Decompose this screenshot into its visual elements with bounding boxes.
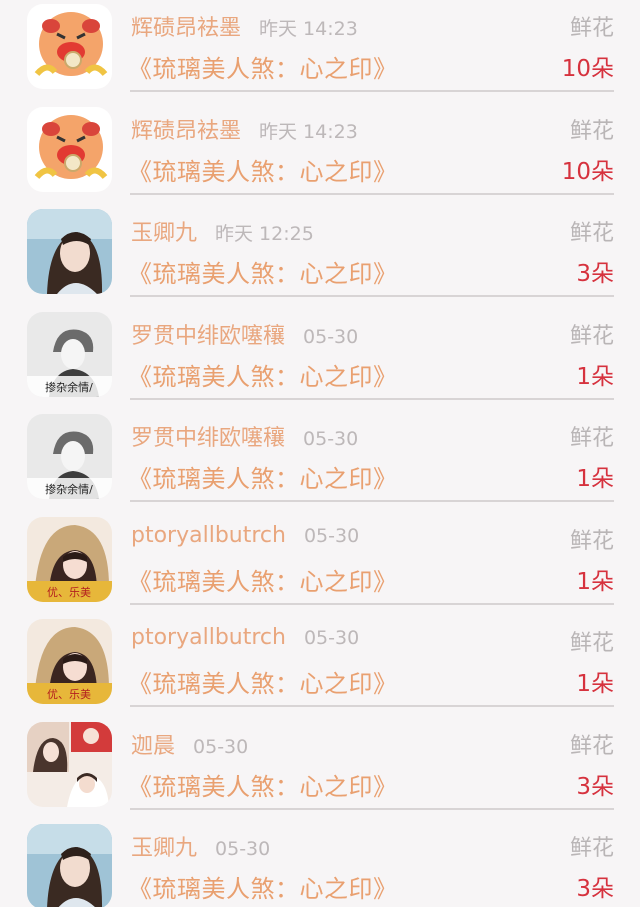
send-time: 昨天 12:25 [215, 223, 314, 245]
divider [130, 705, 614, 707]
gift-type-label: 鲜花 [569, 836, 614, 861]
book-title[interactable]: 《琉璃美人煞：心之印》 [128, 357, 398, 392]
send-time: 05-30 [303, 525, 360, 547]
gift-count: 3朵 [576, 876, 614, 902]
sender-name[interactable]: 辉碛昂袪墨 昨天 14:23 [131, 113, 358, 145]
svg-text:优、乐美: 优、乐美 [47, 586, 91, 599]
grayscale-boy-avatar[interactable]: 掺杂余情/ [27, 414, 112, 499]
svg-text:掺杂余情/: 掺杂余情/ [45, 482, 93, 496]
send-time: 05-30 [303, 326, 359, 348]
sender-name[interactable]: 玉卿九 05-30 [131, 830, 270, 862]
list-item[interactable]: 掺杂余情/ 罗贯中绯欧噻穰 05-30 鲜花 《琉璃美人煞：心之印》 1朵 [0, 412, 640, 515]
list-item[interactable]: 辉碛昂袪墨 昨天 14:23 鲜花 《琉璃美人煞：心之印》 10朵 [0, 2, 640, 105]
send-time: 昨天 14:23 [259, 18, 358, 40]
sender-name[interactable]: 辉碛昂袪墨 昨天 14:23 [131, 10, 358, 42]
cartoon-face-avatar[interactable] [27, 107, 112, 192]
list-item[interactable]: 优、乐美 ptoryallbutrch 05-30 鲜花 《琉璃美人煞：心之印》 … [0, 617, 640, 720]
list-item[interactable]: 迦晨 05-30 鲜花 《琉璃美人煞：心之印》 3朵 [0, 720, 640, 823]
send-time: 05-30 [193, 736, 249, 758]
gift-count: 1朵 [576, 364, 614, 390]
gift-type-label: 鲜花 [569, 221, 614, 246]
divider [130, 193, 614, 195]
gift-count: 10朵 [561, 56, 614, 82]
send-time: 05-30 [303, 627, 360, 649]
book-title[interactable]: 《琉璃美人煞：心之印》 [128, 459, 398, 494]
book-title[interactable]: 《琉璃美人煞：心之印》 [128, 664, 398, 699]
send-time: 昨天 14:23 [259, 121, 358, 143]
hooded-girl-avatar[interactable]: 优、乐美 [27, 517, 112, 602]
gift-record-list: 辉碛昂袪墨 昨天 14:23 鲜花 《琉璃美人煞：心之印》 10朵 辉碛昂袪墨 昨天… [0, 0, 640, 907]
list-item[interactable]: 掺杂余情/ 罗贯中绯欧噻穰 05-30 鲜花 《琉璃美人煞：心之印》 1朵 [0, 310, 640, 413]
list-item[interactable]: 优、乐美 ptoryallbutrch 05-30 鲜花 《琉璃美人煞：心之印》 … [0, 515, 640, 618]
divider [130, 808, 614, 810]
book-title[interactable]: 《琉璃美人煞：心之印》 [128, 562, 398, 597]
hooded-girl-avatar[interactable]: 优、乐美 [27, 619, 112, 704]
sender-name[interactable]: 玉卿九 昨天 12:25 [131, 215, 314, 247]
divider [130, 90, 614, 92]
gift-count: 1朵 [576, 569, 614, 595]
woman-photo-avatar[interactable] [27, 209, 112, 294]
divider [130, 295, 614, 297]
book-title[interactable]: 《琉璃美人煞：心之印》 [128, 869, 398, 904]
svg-text:优、乐美: 优、乐美 [47, 688, 91, 701]
sender-name[interactable]: 罗贯中绯欧噻穰 05-30 [131, 318, 358, 350]
book-title[interactable]: 《琉璃美人煞：心之印》 [128, 49, 398, 84]
sender-name[interactable]: 罗贯中绯欧噻穰 05-30 [131, 420, 358, 452]
gift-count: 1朵 [576, 671, 614, 697]
gift-type-label: 鲜花 [569, 324, 614, 349]
sender-name[interactable]: ptoryallbutrch 05-30 [131, 523, 359, 548]
svg-text:掺杂余情/: 掺杂余情/ [45, 380, 93, 394]
gift-count: 10朵 [561, 159, 614, 185]
grayscale-boy-avatar[interactable]: 掺杂余情/ [27, 312, 112, 397]
gift-type-label: 鲜花 [569, 16, 614, 41]
list-item[interactable]: 玉卿九 昨天 12:25 鲜花 《琉璃美人煞：心之印》 3朵 [0, 207, 640, 310]
divider [130, 603, 614, 605]
gift-count: 3朵 [576, 774, 614, 800]
gift-count: 3朵 [576, 261, 614, 287]
sender-name[interactable]: 迦晨 05-30 [131, 728, 248, 760]
send-time: 05-30 [215, 838, 271, 860]
list-item[interactable]: 玉卿九 05-30 鲜花 《琉璃美人煞：心之印》 3朵 [0, 822, 640, 907]
book-title[interactable]: 《琉璃美人煞：心之印》 [128, 767, 398, 802]
sender-name[interactable]: ptoryallbutrch 05-30 [131, 625, 359, 650]
gift-count: 1朵 [576, 466, 614, 492]
gift-type-label: 鲜花 [569, 734, 614, 759]
woman-photo-avatar[interactable] [27, 824, 112, 907]
book-title[interactable]: 《琉璃美人煞：心之印》 [128, 152, 398, 187]
book-title[interactable]: 《琉璃美人煞：心之印》 [128, 254, 398, 289]
divider [130, 398, 614, 400]
gift-type-label: 鲜花 [569, 529, 614, 554]
send-time: 05-30 [303, 428, 359, 450]
cartoon-face-avatar[interactable] [27, 4, 112, 89]
collage-photo-avatar[interactable] [27, 722, 112, 807]
divider [130, 500, 614, 502]
gift-type-label: 鲜花 [569, 631, 614, 656]
list-item[interactable]: 辉碛昂袪墨 昨天 14:23 鲜花 《琉璃美人煞：心之印》 10朵 [0, 105, 640, 208]
gift-type-label: 鲜花 [569, 426, 614, 451]
gift-type-label: 鲜花 [569, 119, 614, 144]
